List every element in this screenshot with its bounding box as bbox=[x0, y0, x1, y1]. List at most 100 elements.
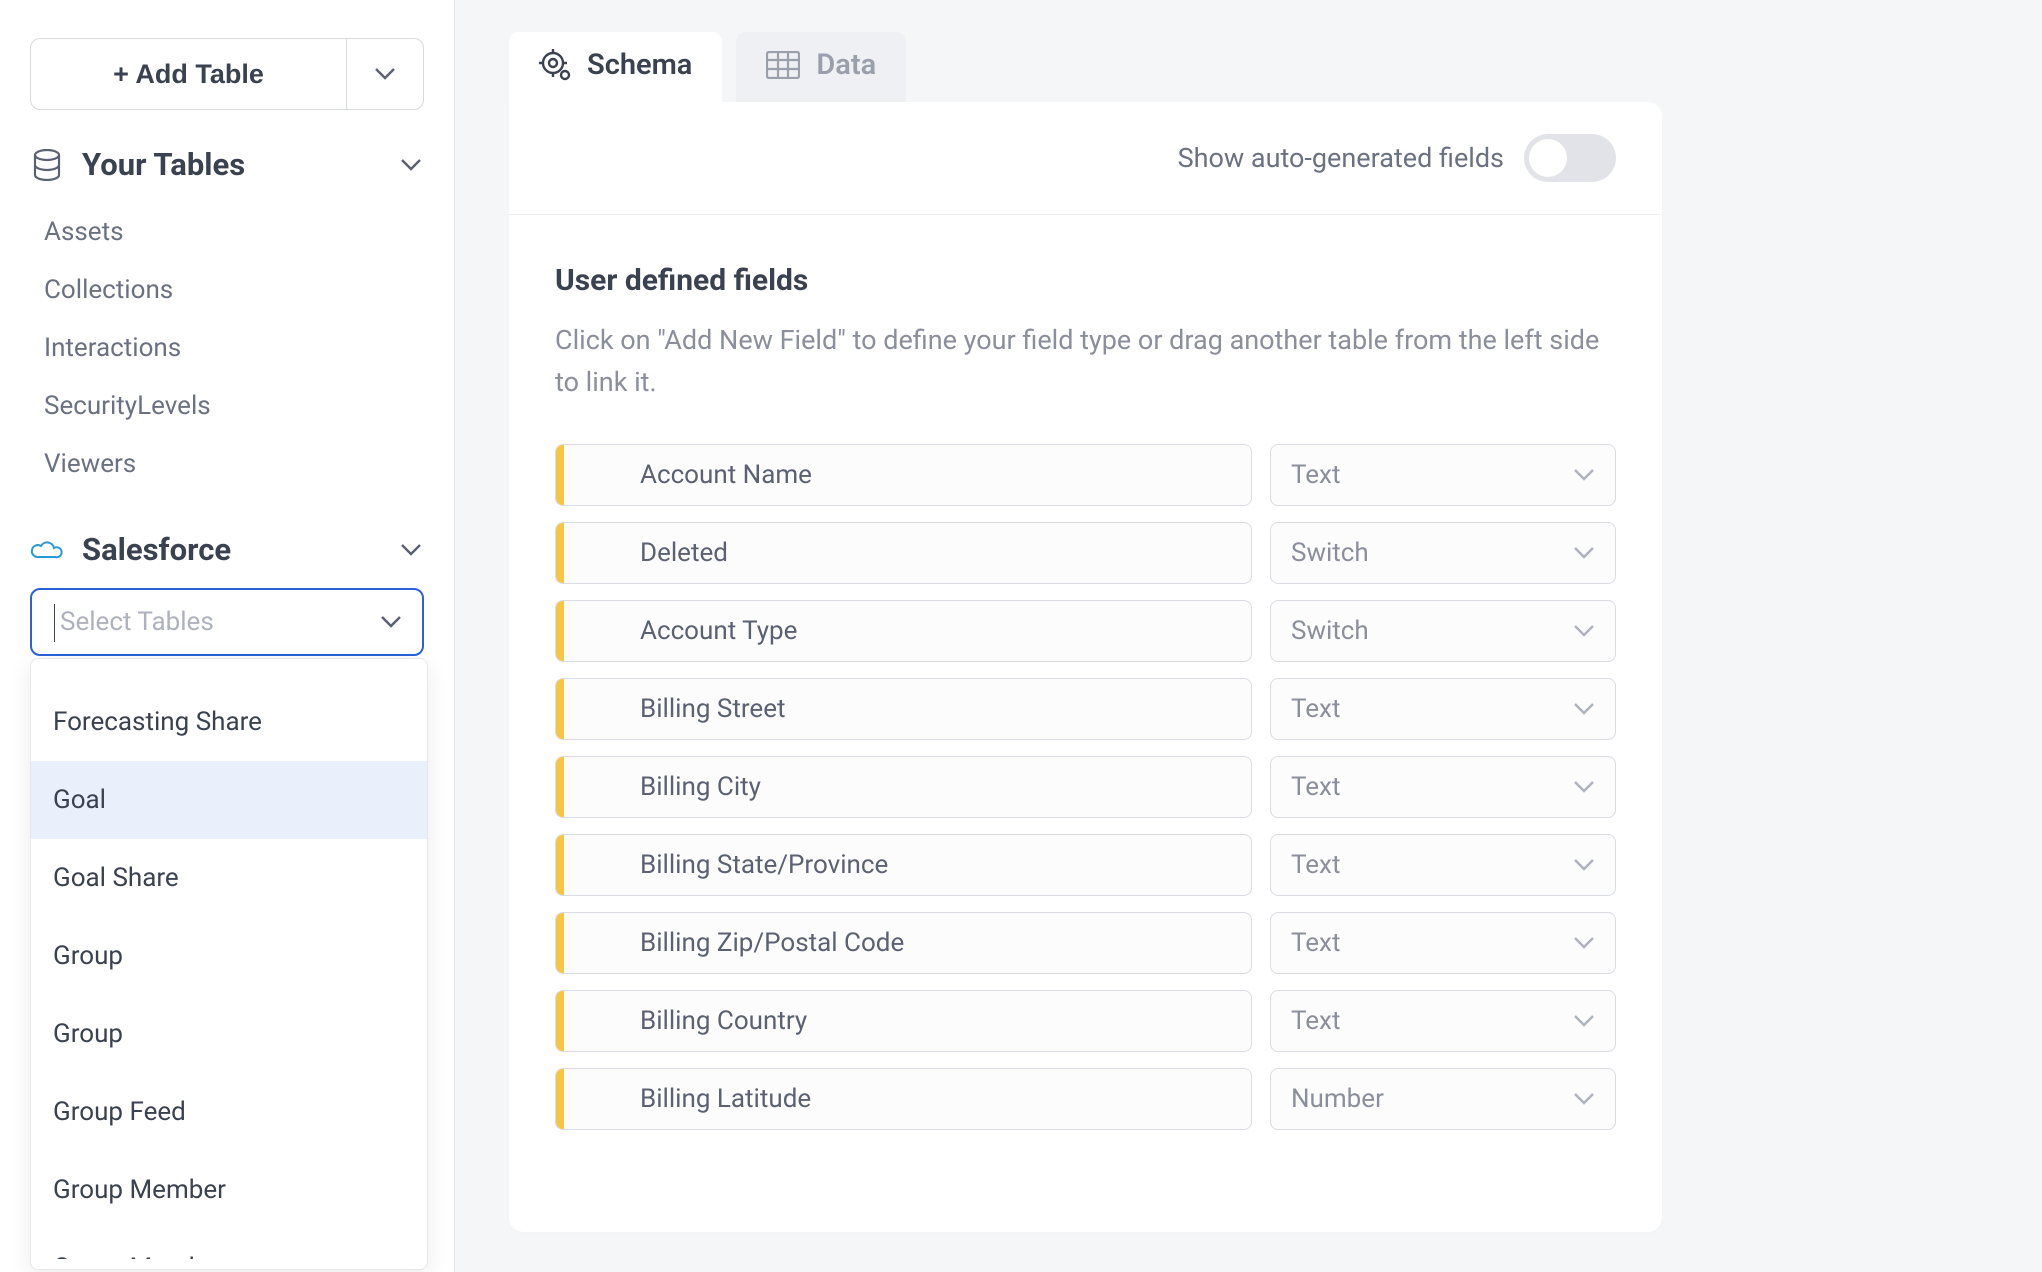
salesforce-title: Salesforce bbox=[82, 531, 382, 568]
select-tables-dropdown: Forecast ShareForecasting ShareGoalGoal … bbox=[30, 658, 428, 1270]
field-name-label: Account Name bbox=[640, 460, 812, 490]
dropdown-item[interactable]: Group Member bbox=[31, 1229, 427, 1259]
field-name-cell[interactable]: Account Name bbox=[555, 444, 1252, 506]
text-cursor bbox=[54, 604, 55, 642]
field-name-cell[interactable]: Account Type bbox=[555, 600, 1252, 662]
field-row: Deleted Switch bbox=[555, 522, 1616, 584]
chevron-down-icon bbox=[1573, 468, 1595, 482]
field-type-select[interactable]: Text bbox=[1270, 990, 1616, 1052]
field-name-cell[interactable]: Deleted bbox=[555, 522, 1252, 584]
dropdown-item[interactable]: Forecast Share bbox=[31, 659, 427, 683]
sidebar-table-item[interactable]: Viewers bbox=[30, 435, 424, 493]
dropdown-item[interactable]: Goal bbox=[31, 761, 427, 839]
schema-icon bbox=[539, 49, 571, 81]
dropdown-item[interactable]: Group bbox=[31, 917, 427, 995]
field-type-select[interactable]: Number bbox=[1270, 1068, 1616, 1130]
dropdown-item[interactable]: Forecasting Share bbox=[31, 683, 427, 761]
chevron-down-icon bbox=[1573, 624, 1595, 638]
field-type-select[interactable]: Text bbox=[1270, 756, 1616, 818]
your-tables-list: AssetsCollectionsInteractionsSecurityLev… bbox=[30, 203, 424, 493]
toggle-knob bbox=[1529, 139, 1567, 177]
sidebar-table-item[interactable]: Assets bbox=[30, 203, 424, 261]
chevron-down-icon bbox=[1573, 546, 1595, 560]
schema-panel: Show auto-generated fields User defined … bbox=[509, 102, 1662, 1232]
field-color-bar bbox=[556, 913, 564, 973]
field-name-label: Billing State/Province bbox=[640, 850, 888, 880]
fields-section: User defined fields Click on "Add New Fi… bbox=[509, 215, 1662, 1194]
field-type-label: Switch bbox=[1291, 538, 1573, 568]
field-row: Account Name Text bbox=[555, 444, 1616, 506]
salesforce-cloud-icon bbox=[30, 537, 64, 563]
field-name-cell[interactable]: Billing Street bbox=[555, 678, 1252, 740]
field-color-bar bbox=[556, 757, 564, 817]
main-content: Schema Data Show auto-generated fields U… bbox=[455, 0, 2042, 1272]
dropdown-item[interactable]: Group Feed bbox=[31, 1073, 427, 1151]
field-color-bar bbox=[556, 991, 564, 1051]
field-type-select[interactable]: Text bbox=[1270, 912, 1616, 974]
add-table-button[interactable]: + Add Table bbox=[30, 38, 346, 110]
dropdown-item[interactable]: Group bbox=[31, 995, 427, 1073]
sidebar-table-item[interactable]: SecurityLevels bbox=[30, 377, 424, 435]
select-tables-placeholder: Select Tables bbox=[60, 607, 380, 637]
field-type-label: Text bbox=[1291, 694, 1573, 724]
dropdown-item[interactable]: Goal Share bbox=[31, 839, 427, 917]
field-type-select[interactable]: Text bbox=[1270, 444, 1616, 506]
field-type-label: Switch bbox=[1291, 616, 1573, 646]
field-type-label: Text bbox=[1291, 772, 1573, 802]
chevron-down-icon bbox=[374, 67, 396, 81]
dropdown-item[interactable]: Group Member bbox=[31, 1151, 427, 1229]
tab-data[interactable]: Data bbox=[736, 32, 906, 102]
sidebar-table-item[interactable]: Interactions bbox=[30, 319, 424, 377]
section-title: User defined fields bbox=[555, 263, 1616, 298]
field-name-label: Billing Zip/Postal Code bbox=[640, 928, 904, 958]
chevron-down-icon bbox=[1573, 936, 1595, 950]
chevron-down-icon bbox=[1573, 702, 1595, 716]
field-name-cell[interactable]: Billing City bbox=[555, 756, 1252, 818]
field-row: Billing Latitude Number bbox=[555, 1068, 1616, 1130]
field-name-cell[interactable]: Billing Country bbox=[555, 990, 1252, 1052]
field-name-cell[interactable]: Billing Zip/Postal Code bbox=[555, 912, 1252, 974]
salesforce-header[interactable]: Salesforce bbox=[30, 531, 424, 568]
add-table-dropdown-button[interactable] bbox=[346, 38, 424, 110]
tabs: Schema Data bbox=[455, 32, 2042, 102]
chevron-down-icon bbox=[1573, 1014, 1595, 1028]
field-type-select[interactable]: Switch bbox=[1270, 522, 1616, 584]
tab-schema[interactable]: Schema bbox=[509, 32, 722, 102]
sidebar-table-item[interactable]: Collections bbox=[30, 261, 424, 319]
field-name-label: Billing City bbox=[640, 772, 761, 802]
tab-schema-label: Schema bbox=[587, 48, 692, 82]
field-color-bar bbox=[556, 601, 564, 661]
field-row: Account Type Switch bbox=[555, 600, 1616, 662]
field-type-select[interactable]: Text bbox=[1270, 678, 1616, 740]
section-description: Click on "Add New Field" to define your … bbox=[555, 320, 1605, 404]
field-name-cell[interactable]: Billing Latitude bbox=[555, 1068, 1252, 1130]
auto-gen-toggle-label: Show auto-generated fields bbox=[1178, 142, 1504, 174]
field-type-label: Text bbox=[1291, 850, 1573, 880]
field-type-select[interactable]: Text bbox=[1270, 834, 1616, 896]
field-name-cell[interactable]: Billing State/Province bbox=[555, 834, 1252, 896]
field-type-label: Number bbox=[1291, 1084, 1573, 1114]
chevron-down-icon bbox=[1573, 858, 1595, 872]
fields-list: Account NameTextDeletedSwitchAccount Typ… bbox=[555, 444, 1616, 1130]
field-color-bar bbox=[556, 835, 564, 895]
auto-gen-toggle[interactable] bbox=[1524, 134, 1616, 182]
field-color-bar bbox=[556, 445, 564, 505]
field-name-label: Billing Street bbox=[640, 694, 786, 724]
field-name-label: Billing Latitude bbox=[640, 1084, 811, 1114]
database-icon bbox=[30, 149, 64, 181]
chevron-down-icon bbox=[400, 158, 424, 172]
field-color-bar bbox=[556, 679, 564, 739]
field-row: Billing City Text bbox=[555, 756, 1616, 818]
field-type-label: Text bbox=[1291, 928, 1573, 958]
field-row: Billing State/Province Text bbox=[555, 834, 1616, 896]
select-tables-combobox[interactable]: Select Tables bbox=[30, 588, 424, 656]
field-type-select[interactable]: Switch bbox=[1270, 600, 1616, 662]
field-name-label: Deleted bbox=[640, 538, 728, 568]
chevron-down-icon bbox=[1573, 780, 1595, 794]
auto-gen-toggle-row: Show auto-generated fields bbox=[509, 102, 1662, 215]
your-tables-header[interactable]: Your Tables bbox=[30, 146, 424, 183]
chevron-down-icon bbox=[380, 615, 402, 629]
chevron-down-icon bbox=[400, 543, 424, 557]
table-icon bbox=[766, 51, 800, 79]
field-type-label: Text bbox=[1291, 460, 1573, 490]
